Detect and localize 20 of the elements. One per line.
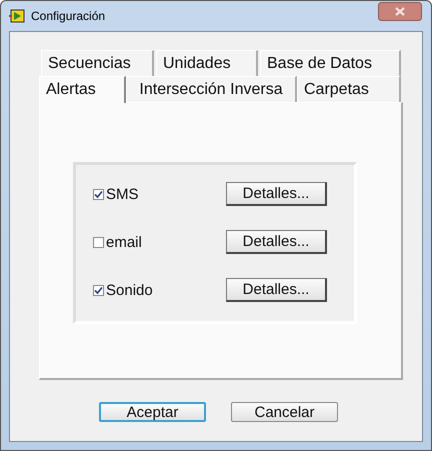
tab[interactable]: Base de Datos xyxy=(260,50,401,76)
checkbox-label: Sonido xyxy=(106,282,153,298)
window-title: Configuración xyxy=(31,9,106,23)
dialog-button[interactable]: Cancelar xyxy=(231,402,338,422)
details-button[interactable]: Detalles... xyxy=(226,278,327,302)
checkbox[interactable] xyxy=(93,188,104,200)
checkbox[interactable] xyxy=(93,284,104,296)
dialog-button[interactable]: Aceptar xyxy=(99,402,206,422)
details-button[interactable]: Detalles... xyxy=(226,182,327,206)
checkbox[interactable] xyxy=(93,236,104,248)
checkbox-label: email xyxy=(106,234,142,250)
app-icon xyxy=(9,9,25,23)
checkbox-label: SMS xyxy=(106,186,139,202)
tab[interactable]: Alertas xyxy=(39,76,126,103)
close-icon[interactable] xyxy=(378,2,422,21)
tab[interactable]: Unidades xyxy=(156,50,258,76)
tab[interactable]: Carpetas xyxy=(297,76,401,102)
tab[interactable]: Secuencias xyxy=(41,50,154,76)
details-button[interactable]: Detalles... xyxy=(226,230,327,254)
tab[interactable]: Intersección Inversa xyxy=(126,76,297,102)
